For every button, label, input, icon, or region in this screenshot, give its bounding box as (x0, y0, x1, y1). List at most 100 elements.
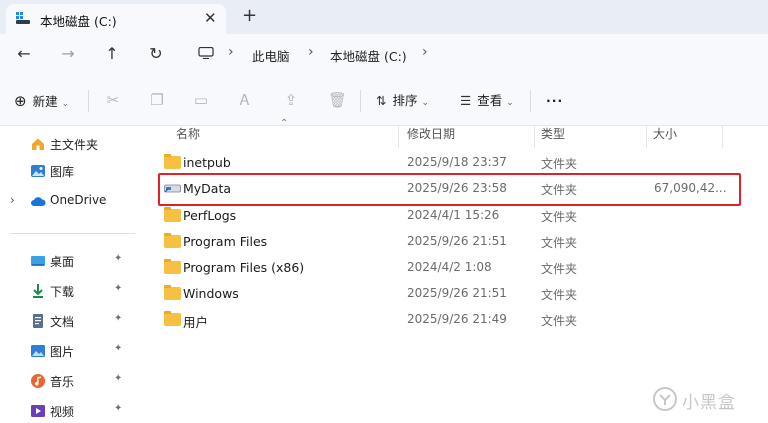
chevron-right-icon[interactable]: › (422, 44, 428, 60)
column-divider[interactable] (722, 126, 723, 148)
documents-icon (33, 314, 43, 328)
delete-icon[interactable]: 🗑 (328, 90, 347, 110)
tab-local-disk[interactable]: 本地磁盘 (C:) ✕ (6, 4, 226, 34)
back-icon[interactable]: ← (12, 43, 36, 65)
pin-icon[interactable]: ✦ (114, 283, 122, 294)
column-header-modified[interactable]: 修改日期 (407, 126, 455, 148)
view-icon: ☰ (460, 93, 472, 108)
new-button[interactable]: ⊕ 新建 ⌄ (14, 90, 69, 112)
table-row[interactable]: PerfLogs 2024/4/1 15:26 文件夹 (156, 204, 756, 228)
sort-button[interactable]: ⇅ 排序 ⌄ (376, 90, 429, 112)
folder-icon (164, 259, 181, 274)
divider (530, 90, 531, 112)
sort-icon: ⇅ (376, 93, 387, 108)
table-row[interactable]: Windows 2025/9/26 21:51 文件夹 (156, 282, 756, 306)
share-icon[interactable]: ⇪ (282, 90, 300, 110)
column-header-name[interactable]: 名称 (176, 126, 200, 148)
breadcrumb-local-disk[interactable]: 本地磁盘 (C:) (330, 46, 407, 65)
column-header-type[interactable]: 类型 (541, 126, 565, 148)
close-tab-icon[interactable]: ✕ (204, 9, 217, 27)
monitor-icon (198, 47, 214, 59)
more-options-button[interactable]: ··· (546, 90, 563, 112)
view-button[interactable]: ☰ 查看 ⌄ (460, 90, 514, 112)
chevron-right-icon[interactable]: › (10, 193, 15, 207)
pictures-icon (31, 345, 45, 357)
sort-label: 排序 (392, 93, 418, 108)
sidebar-item-music[interactable]: 音乐 ✦ (0, 369, 140, 393)
rename-icon[interactable]: Ꭺ (236, 90, 254, 110)
file-type: 文件夹 (541, 210, 578, 224)
sidebar-item-downloads[interactable]: 下载 ✦ (0, 279, 140, 303)
sidebar-item-onedrive[interactable]: › OneDrive (0, 189, 140, 213)
refresh-icon[interactable]: ↻ (144, 43, 168, 65)
sidebar-item-label: 图片 (50, 345, 75, 359)
folder-icon (164, 154, 181, 169)
file-modified: 2025/9/26 21:51 (407, 234, 507, 248)
sidebar-item-videos[interactable]: 视频 ✦ (0, 399, 140, 423)
download-icon (33, 284, 43, 298)
watermark-text: 小黑盒 (682, 393, 736, 413)
address-bar[interactable]: › 此电脑 › 本地磁盘 (C:) › (190, 40, 768, 70)
desktop-icon (31, 256, 45, 266)
column-divider[interactable] (534, 126, 535, 148)
paste-icon[interactable]: ▭ (192, 90, 210, 110)
divider (10, 233, 135, 234)
file-modified: 2024/4/2 1:08 (407, 260, 492, 274)
pin-icon[interactable]: ✦ (114, 343, 122, 354)
chevron-right-icon: › (228, 44, 234, 60)
file-name: PerfLogs (183, 208, 237, 223)
up-icon[interactable]: ↑ (100, 43, 124, 65)
pin-icon[interactable]: ✦ (114, 403, 122, 414)
chevron-right-icon: › (308, 44, 314, 60)
navigation-bar: ← → ↑ ↻ › 此电脑 › 本地磁盘 (C:) › (0, 34, 768, 76)
sidebar-item-desktop[interactable]: 桌面 ✦ (0, 249, 140, 273)
sidebar-item-label: 图库 (50, 165, 75, 179)
sidebar-item-home[interactable]: 主文件夹 (0, 132, 140, 156)
sidebar-item-label: 视频 (50, 405, 75, 419)
table-row[interactable]: 用户 2025/9/26 21:49 文件夹 (156, 308, 756, 332)
copy-icon[interactable]: ❐ (148, 90, 166, 110)
sidebar-item-label: 主文件夹 (50, 138, 99, 152)
file-name: Program Files (183, 234, 268, 249)
file-type: 文件夹 (541, 262, 578, 276)
divider (360, 90, 361, 112)
pin-icon[interactable]: ✦ (114, 373, 122, 384)
pin-icon[interactable]: ✦ (114, 253, 122, 264)
column-divider[interactable] (646, 126, 647, 148)
command-bar: ⊕ 新建 ⌄ ✂ ❐ ▭ Ꭺ ⇪ 🗑 ⇅ 排序 ⌄ ☰ 查看 ⌄ ··· (0, 76, 768, 126)
file-name: inetpub (183, 155, 231, 170)
gallery-icon (31, 165, 45, 177)
sidebar-item-pictures[interactable]: 图片 ✦ (0, 339, 140, 363)
folder-icon (164, 285, 181, 300)
pin-icon[interactable]: ✦ (114, 313, 122, 324)
file-modified: 2024/4/1 15:26 (407, 208, 500, 222)
cut-icon[interactable]: ✂ (104, 90, 122, 110)
tab-title: 本地磁盘 (C:) (40, 14, 117, 29)
column-header-size[interactable]: 大小 (653, 126, 677, 148)
sidebar-item-label: 桌面 (50, 255, 75, 269)
file-modified: 2025/9/26 21:51 (407, 286, 507, 300)
videos-icon (31, 405, 45, 417)
breadcrumb-this-pc[interactable]: 此电脑 (252, 46, 290, 65)
chevron-down-icon: ⌄ (506, 98, 514, 108)
new-tab-button[interactable]: + (242, 6, 257, 26)
watermark: 小黑盒 (652, 385, 762, 415)
file-type: 文件夹 (541, 236, 578, 250)
sidebar-item-documents[interactable]: 文档 ✦ (0, 309, 140, 333)
chevron-down-icon: ⌄ (421, 98, 430, 108)
file-type: 文件夹 (541, 288, 578, 302)
plus-circle-icon: ⊕ (14, 92, 27, 110)
sidebar-item-label: 文档 (50, 315, 75, 329)
sidebar-item-gallery[interactable]: 图库 (0, 159, 140, 183)
table-row[interactable]: Program Files (x86) 2024/4/2 1:08 文件夹 (156, 256, 756, 280)
table-row[interactable]: inetpub 2025/9/18 23:37 文件夹 (156, 151, 756, 175)
cloud-icon (31, 197, 46, 206)
forward-icon[interactable]: → (56, 43, 80, 65)
divider (88, 90, 89, 112)
title-bar: 本地磁盘 (C:) ✕ + (0, 0, 768, 34)
column-divider[interactable] (398, 126, 399, 148)
sidebar-item-label: 下载 (50, 285, 75, 299)
table-row[interactable]: Program Files 2025/9/26 21:51 文件夹 (156, 230, 756, 254)
folder-icon (164, 207, 181, 222)
file-name: Windows (183, 286, 239, 301)
